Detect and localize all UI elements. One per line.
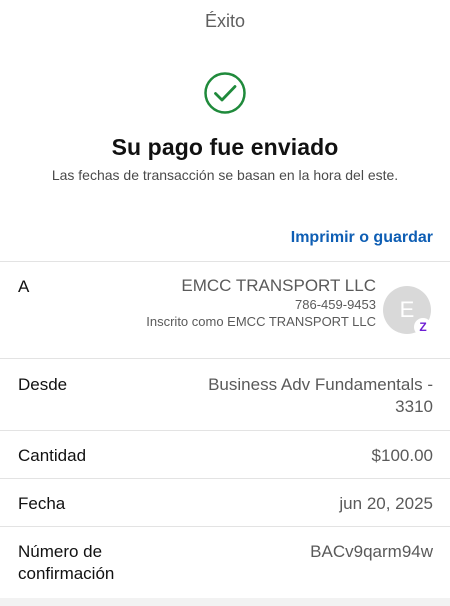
footer-band <box>0 598 450 606</box>
date-value: jun 20, 2025 <box>339 494 433 513</box>
confirmation-number: BACv9qarm94w <box>310 542 433 561</box>
amount-label: Cantidad <box>18 446 87 465</box>
recipient-name: EMCC TRANSPORT LLC <box>181 276 376 295</box>
recipient-registered-name: Inscrito como EMCC TRANSPORT LLC <box>146 314 376 329</box>
divider <box>0 358 450 359</box>
from-label: Desde <box>18 375 68 394</box>
print-or-save-link[interactable]: Imprimir o guardar <box>291 229 433 247</box>
success-headline: Su pago fue enviado <box>111 134 339 160</box>
from-account: Business Adv Fundamentals - 3310 <box>208 375 433 416</box>
zelle-icon: Z <box>414 318 432 336</box>
check-circle-icon <box>204 72 246 114</box>
date-label: Fecha <box>18 494 66 513</box>
recipient-phone: 786-459-9453 <box>295 297 376 312</box>
recipient-label: A <box>18 277 30 296</box>
amount-value: $100.00 <box>371 446 433 465</box>
divider <box>0 526 450 527</box>
page-title: Éxito <box>204 11 246 31</box>
divider <box>0 430 450 431</box>
timezone-note: Las fechas de transacción se basan en la… <box>51 167 399 183</box>
avatar-letter: E <box>399 297 415 322</box>
confirmation-label: Número de confirmación <box>18 542 115 583</box>
divider <box>0 261 450 262</box>
divider <box>0 478 450 479</box>
